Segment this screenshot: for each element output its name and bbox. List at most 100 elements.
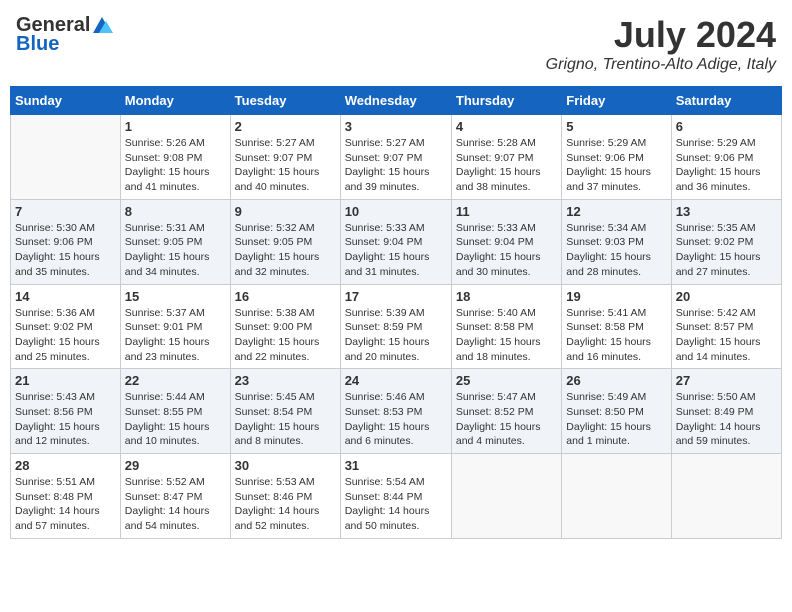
day-number: 2: [235, 119, 336, 134]
day-info: Sunrise: 5:43 AM Sunset: 8:56 PM Dayligh…: [15, 390, 116, 449]
logo-icon: [91, 15, 113, 37]
day-number: 11: [456, 204, 557, 219]
calendar-cell: 15 Sunrise: 5:37 AM Sunset: 9:01 PM Dayli…: [120, 284, 230, 369]
calendar-cell: [11, 115, 121, 200]
calendar-cell: 23 Sunrise: 5:45 AM Sunset: 8:54 PM Dayli…: [230, 369, 340, 454]
week-row-1: 1 Sunrise: 5:26 AM Sunset: 9:08 PM Daylig…: [11, 115, 782, 200]
day-number: 27: [676, 373, 777, 388]
calendar-cell: 22 Sunrise: 5:44 AM Sunset: 8:55 PM Dayli…: [120, 369, 230, 454]
day-number: 14: [15, 289, 116, 304]
day-number: 3: [345, 119, 447, 134]
calendar-cell: 11 Sunrise: 5:33 AM Sunset: 9:04 PM Dayli…: [451, 199, 561, 284]
day-info: Sunrise: 5:44 AM Sunset: 8:55 PM Dayligh…: [125, 390, 226, 449]
day-number: 26: [566, 373, 666, 388]
day-number: 23: [235, 373, 336, 388]
calendar-cell: 4 Sunrise: 5:28 AM Sunset: 9:07 PM Daylig…: [451, 115, 561, 200]
day-info: Sunrise: 5:41 AM Sunset: 8:58 PM Dayligh…: [566, 306, 666, 365]
day-number: 8: [125, 204, 226, 219]
day-number: 17: [345, 289, 447, 304]
week-row-5: 28 Sunrise: 5:51 AM Sunset: 8:48 PM Dayli…: [11, 454, 782, 539]
day-info: Sunrise: 5:26 AM Sunset: 9:08 PM Dayligh…: [125, 136, 226, 195]
day-info: Sunrise: 5:54 AM Sunset: 8:44 PM Dayligh…: [345, 475, 447, 534]
day-number: 30: [235, 458, 336, 473]
day-number: 10: [345, 204, 447, 219]
day-number: 25: [456, 373, 557, 388]
calendar-cell: 12 Sunrise: 5:34 AM Sunset: 9:03 PM Dayli…: [562, 199, 671, 284]
header-saturday: Saturday: [671, 87, 781, 115]
day-number: 9: [235, 204, 336, 219]
day-info: Sunrise: 5:51 AM Sunset: 8:48 PM Dayligh…: [15, 475, 116, 534]
day-info: Sunrise: 5:28 AM Sunset: 9:07 PM Dayligh…: [456, 136, 557, 195]
calendar-cell: 7 Sunrise: 5:30 AM Sunset: 9:06 PM Daylig…: [11, 199, 121, 284]
calendar-cell: 16Sunrise: 5:38 AM Sunset: 9:00 PM Dayli…: [230, 284, 340, 369]
day-info: Sunrise: 5:33 AM Sunset: 9:04 PM Dayligh…: [456, 221, 557, 280]
header-wednesday: Wednesday: [340, 87, 451, 115]
calendar-cell: 29 Sunrise: 5:52 AM Sunset: 8:47 PM Dayli…: [120, 454, 230, 539]
day-info: Sunrise: 5:35 AM Sunset: 9:02 PM Dayligh…: [676, 221, 777, 280]
day-info: Sunrise: 5:32 AM Sunset: 9:05 PM Dayligh…: [235, 221, 336, 280]
calendar: SundayMondayTuesdayWednesdayThursdayFrid…: [10, 86, 782, 539]
day-number: 4: [456, 119, 557, 134]
day-info: Sunrise: 5:36 AM Sunset: 9:02 PM Dayligh…: [15, 306, 116, 365]
header-monday: Monday: [120, 87, 230, 115]
day-number: 22: [125, 373, 226, 388]
calendar-cell: 24Sunrise: 5:46 AM Sunset: 8:53 PM Dayli…: [340, 369, 451, 454]
day-info: Sunrise: 5:38 AM Sunset: 9:00 PM Dayligh…: [235, 306, 336, 365]
header-tuesday: Tuesday: [230, 87, 340, 115]
day-number: 1: [125, 119, 226, 134]
calendar-cell: 13Sunrise: 5:35 AM Sunset: 9:02 PM Dayli…: [671, 199, 781, 284]
calendar-header-row: SundayMondayTuesdayWednesdayThursdayFrid…: [11, 87, 782, 115]
day-info: Sunrise: 5:34 AM Sunset: 9:03 PM Dayligh…: [566, 221, 666, 280]
day-info: Sunrise: 5:30 AM Sunset: 9:06 PM Dayligh…: [15, 221, 116, 280]
day-info: Sunrise: 5:40 AM Sunset: 8:58 PM Dayligh…: [456, 306, 557, 365]
calendar-cell: 18Sunrise: 5:40 AM Sunset: 8:58 PM Dayli…: [451, 284, 561, 369]
calendar-cell: 1 Sunrise: 5:26 AM Sunset: 9:08 PM Daylig…: [120, 115, 230, 200]
day-info: Sunrise: 5:29 AM Sunset: 9:06 PM Dayligh…: [676, 136, 777, 195]
calendar-cell: [562, 454, 671, 539]
calendar-cell: 26Sunrise: 5:49 AM Sunset: 8:50 PM Dayli…: [562, 369, 671, 454]
calendar-cell: [451, 454, 561, 539]
calendar-cell: 3 Sunrise: 5:27 AM Sunset: 9:07 PM Daylig…: [340, 115, 451, 200]
calendar-cell: 30 Sunrise: 5:53 AM Sunset: 8:46 PM Dayli…: [230, 454, 340, 539]
month-title: July 2024: [546, 14, 776, 56]
header-thursday: Thursday: [451, 87, 561, 115]
calendar-cell: 5Sunrise: 5:29 AM Sunset: 9:06 PM Daylig…: [562, 115, 671, 200]
calendar-cell: 28 Sunrise: 5:51 AM Sunset: 8:48 PM Dayli…: [11, 454, 121, 539]
day-number: 28: [15, 458, 116, 473]
day-number: 20: [676, 289, 777, 304]
day-info: Sunrise: 5:50 AM Sunset: 8:49 PM Dayligh…: [676, 390, 777, 449]
day-number: 12: [566, 204, 666, 219]
day-number: 15: [125, 289, 226, 304]
title-area: July 2024 Grigno, Trentino-Alto Adige, I…: [546, 14, 776, 74]
header-friday: Friday: [562, 87, 671, 115]
day-info: Sunrise: 5:27 AM Sunset: 9:07 PM Dayligh…: [345, 136, 447, 195]
header: General Blue July 2024 Grigno, Trentino-…: [10, 10, 782, 78]
calendar-cell: 31 Sunrise: 5:54 AM Sunset: 8:44 PM Dayli…: [340, 454, 451, 539]
day-number: 21: [15, 373, 116, 388]
calendar-cell: 25 Sunrise: 5:47 AM Sunset: 8:52 PM Dayli…: [451, 369, 561, 454]
location-title: Grigno, Trentino-Alto Adige, Italy: [546, 56, 776, 74]
week-row-3: 14 Sunrise: 5:36 AM Sunset: 9:02 PM Dayli…: [11, 284, 782, 369]
day-info: Sunrise: 5:46 AM Sunset: 8:53 PM Dayligh…: [345, 390, 447, 449]
day-info: Sunrise: 5:45 AM Sunset: 8:54 PM Dayligh…: [235, 390, 336, 449]
day-info: Sunrise: 5:31 AM Sunset: 9:05 PM Dayligh…: [125, 221, 226, 280]
day-number: 19: [566, 289, 666, 304]
calendar-cell: 2 Sunrise: 5:27 AM Sunset: 9:07 PM Daylig…: [230, 115, 340, 200]
day-number: 29: [125, 458, 226, 473]
day-number: 31: [345, 458, 447, 473]
week-row-2: 7 Sunrise: 5:30 AM Sunset: 9:06 PM Daylig…: [11, 199, 782, 284]
day-number: 7: [15, 204, 116, 219]
day-info: Sunrise: 5:42 AM Sunset: 8:57 PM Dayligh…: [676, 306, 777, 365]
day-info: Sunrise: 5:53 AM Sunset: 8:46 PM Dayligh…: [235, 475, 336, 534]
calendar-cell: 20 Sunrise: 5:42 AM Sunset: 8:57 PM Dayli…: [671, 284, 781, 369]
calendar-cell: 9 Sunrise: 5:32 AM Sunset: 9:05 PM Daylig…: [230, 199, 340, 284]
day-number: 6: [676, 119, 777, 134]
day-info: Sunrise: 5:47 AM Sunset: 8:52 PM Dayligh…: [456, 390, 557, 449]
week-row-4: 21 Sunrise: 5:43 AM Sunset: 8:56 PM Dayli…: [11, 369, 782, 454]
logo-blue: Blue: [16, 33, 59, 56]
day-info: Sunrise: 5:37 AM Sunset: 9:01 PM Dayligh…: [125, 306, 226, 365]
day-info: Sunrise: 5:27 AM Sunset: 9:07 PM Dayligh…: [235, 136, 336, 195]
day-info: Sunrise: 5:39 AM Sunset: 8:59 PM Dayligh…: [345, 306, 447, 365]
calendar-cell: 6 Sunrise: 5:29 AM Sunset: 9:06 PM Daylig…: [671, 115, 781, 200]
day-info: Sunrise: 5:52 AM Sunset: 8:47 PM Dayligh…: [125, 475, 226, 534]
